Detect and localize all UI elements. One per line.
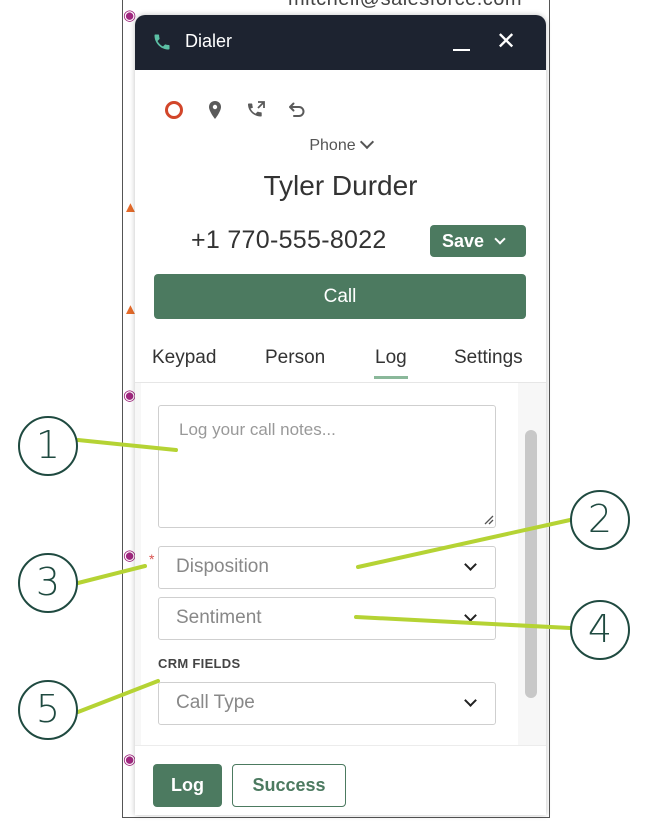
call-notes-textarea[interactable] — [158, 405, 496, 528]
disposition-placeholder: Disposition — [176, 556, 269, 577]
tab-bar: Keypad Person Log Settings — [135, 335, 546, 383]
phone-icon — [154, 34, 170, 50]
titlebar: Dialer ✕ — [135, 15, 546, 70]
call-type-placeholder: Call Type — [176, 692, 255, 713]
phone-type-label: Phone — [309, 137, 356, 154]
phone-type-select[interactable]: Phone — [135, 134, 546, 155]
sentiment-placeholder: Sentiment — [176, 607, 262, 628]
callout-3: 3 — [18, 553, 78, 613]
crm-fields-heading: CRM FIELDS — [158, 656, 241, 671]
required-marker: * — [149, 551, 155, 567]
sentiment-select[interactable]: Sentiment — [158, 597, 496, 640]
background-email-text: mitchell@salesforce.com — [288, 0, 522, 11]
undo-icon[interactable] — [285, 99, 307, 121]
tab-log[interactable]: Log — [375, 347, 407, 369]
callout-2: 2 — [570, 490, 630, 550]
success-button[interactable]: Success — [232, 764, 346, 807]
chevron-down-icon — [464, 694, 477, 707]
contact-name: Tyler Durder — [263, 170, 418, 201]
resize-grip-icon[interactable] — [482, 513, 494, 525]
scrollbar-thumb[interactable] — [525, 430, 537, 698]
callout-5: 5 — [18, 680, 78, 740]
chevron-down-icon — [464, 558, 477, 571]
contact-number: +1 770-555-8022 — [191, 226, 387, 254]
tab-keypad[interactable]: Keypad — [152, 347, 216, 369]
save-label: Save — [442, 230, 485, 251]
call-type-select[interactable]: Call Type — [158, 682, 496, 725]
location-pin-icon[interactable] — [204, 99, 226, 121]
callout-1: 1 — [18, 416, 78, 476]
call-button[interactable]: Call — [154, 274, 526, 319]
log-button[interactable]: Log — [153, 764, 222, 807]
dialer-title: Dialer — [185, 31, 233, 51]
tab-settings[interactable]: Settings — [454, 347, 523, 369]
record-icon[interactable] — [163, 99, 185, 121]
chevron-down-icon — [359, 134, 374, 150]
callout-4: 4 — [570, 600, 630, 660]
save-button[interactable]: Save — [430, 225, 526, 257]
chevron-down-icon — [494, 233, 506, 245]
disposition-select[interactable]: Disposition — [158, 546, 496, 589]
tab-person[interactable]: Person — [265, 347, 325, 369]
transfer-call-icon[interactable] — [245, 99, 267, 121]
minimize-button[interactable] — [451, 33, 473, 55]
close-button[interactable]: ✕ — [495, 29, 517, 55]
active-tab-indicator — [374, 376, 408, 379]
chevron-down-icon — [464, 609, 477, 622]
dialer-window: Dialer ✕ Phone Tyler Durder +1 770-555-8… — [135, 15, 546, 815]
